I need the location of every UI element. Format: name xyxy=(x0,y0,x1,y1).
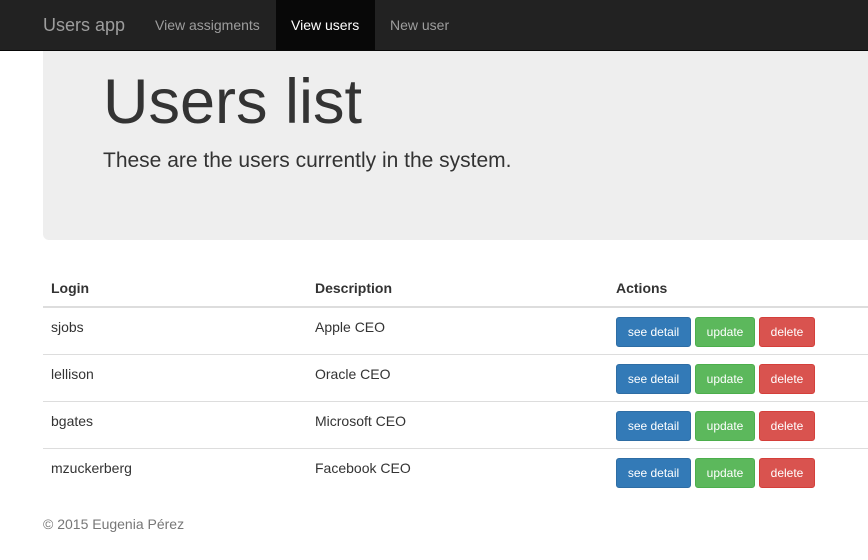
delete-button[interactable]: delete xyxy=(759,317,815,347)
delete-button[interactable]: delete xyxy=(759,458,815,488)
see-detail-button[interactable]: see detail xyxy=(616,411,691,441)
update-button[interactable]: update xyxy=(695,317,755,347)
update-button[interactable]: update xyxy=(695,458,755,488)
cell-description: Oracle CEO xyxy=(315,366,391,382)
header-login: Login xyxy=(51,280,90,296)
header-actions: Actions xyxy=(616,280,668,296)
update-button[interactable]: update xyxy=(695,411,755,441)
delete-button[interactable]: delete xyxy=(759,364,815,394)
cell-login: bgates xyxy=(51,413,94,429)
cell-description: Microsoft CEO xyxy=(315,413,407,429)
table-row: lellison Oracle CEO see detail update de… xyxy=(43,355,868,402)
table-header: Login Description Actions xyxy=(43,268,868,308)
table-row: bgates Microsoft CEO see detail update d… xyxy=(43,402,868,449)
footer-copyright: © 2015 Eugenia Pérez xyxy=(43,516,185,532)
nav-view-assignments[interactable]: View assigments xyxy=(140,0,275,50)
page-title: Users list xyxy=(103,67,363,137)
cell-login: lellison xyxy=(51,366,94,382)
nav-view-users[interactable]: View users xyxy=(276,0,375,50)
delete-button[interactable]: delete xyxy=(759,411,815,441)
cell-login: sjobs xyxy=(51,319,84,335)
table-row: mzuckerberg Facebook CEO see detail upda… xyxy=(43,449,868,496)
table-row: sjobs Apple CEO see detail update delete xyxy=(43,308,868,355)
update-button[interactable]: update xyxy=(695,364,755,394)
page-subtitle: These are the users currently in the sys… xyxy=(103,149,512,172)
jumbotron: Users list These are the users currently… xyxy=(43,51,868,240)
header-description: Description xyxy=(315,280,393,296)
see-detail-button[interactable]: see detail xyxy=(616,458,691,488)
users-table: Login Description Actions sjobs Apple CE… xyxy=(43,268,868,496)
cell-description: Facebook CEO xyxy=(315,460,411,476)
nav-new-user[interactable]: New user xyxy=(375,0,464,50)
cell-login: mzuckerberg xyxy=(51,460,132,476)
see-detail-button[interactable]: see detail xyxy=(616,364,691,394)
see-detail-button[interactable]: see detail xyxy=(616,317,691,347)
cell-description: Apple CEO xyxy=(315,319,386,335)
top-navbar: Users app View assigments View users New… xyxy=(0,0,868,51)
brand-link[interactable]: Users app xyxy=(43,0,125,50)
